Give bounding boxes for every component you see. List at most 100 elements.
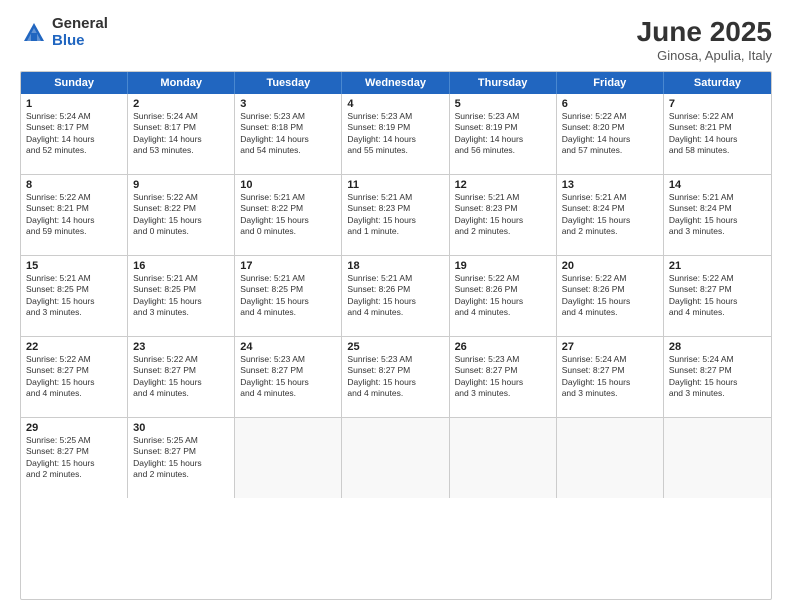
day-cell-28: 28Sunrise: 5:24 AM Sunset: 8:27 PM Dayli…: [664, 337, 771, 417]
week-row-1: 1Sunrise: 5:24 AM Sunset: 8:17 PM Daylig…: [21, 94, 771, 175]
day-info: Sunrise: 5:21 AM Sunset: 8:25 PM Dayligh…: [26, 273, 122, 319]
day-number: 23: [133, 341, 229, 353]
day-info: Sunrise: 5:21 AM Sunset: 8:23 PM Dayligh…: [455, 192, 551, 238]
day-cell-22: 22Sunrise: 5:22 AM Sunset: 8:27 PM Dayli…: [21, 337, 128, 417]
day-info: Sunrise: 5:22 AM Sunset: 8:27 PM Dayligh…: [133, 354, 229, 400]
day-cell-16: 16Sunrise: 5:21 AM Sunset: 8:25 PM Dayli…: [128, 256, 235, 336]
empty-cell: [235, 418, 342, 498]
day-cell-17: 17Sunrise: 5:21 AM Sunset: 8:25 PM Dayli…: [235, 256, 342, 336]
day-info: Sunrise: 5:22 AM Sunset: 8:27 PM Dayligh…: [26, 354, 122, 400]
day-info: Sunrise: 5:21 AM Sunset: 8:23 PM Dayligh…: [347, 192, 443, 238]
logo: General Blue: [20, 16, 108, 49]
empty-cell: [664, 418, 771, 498]
header-day-saturday: Saturday: [664, 72, 771, 94]
day-number: 19: [455, 260, 551, 272]
week-row-4: 22Sunrise: 5:22 AM Sunset: 8:27 PM Dayli…: [21, 337, 771, 418]
day-cell-20: 20Sunrise: 5:22 AM Sunset: 8:26 PM Dayli…: [557, 256, 664, 336]
empty-cell: [450, 418, 557, 498]
week-row-2: 8Sunrise: 5:22 AM Sunset: 8:21 PM Daylig…: [21, 175, 771, 256]
day-cell-5: 5Sunrise: 5:23 AM Sunset: 8:19 PM Daylig…: [450, 94, 557, 174]
day-info: Sunrise: 5:24 AM Sunset: 8:27 PM Dayligh…: [669, 354, 766, 400]
day-info: Sunrise: 5:22 AM Sunset: 8:20 PM Dayligh…: [562, 111, 658, 157]
day-number: 5: [455, 98, 551, 110]
day-number: 20: [562, 260, 658, 272]
day-number: 12: [455, 179, 551, 191]
day-cell-23: 23Sunrise: 5:22 AM Sunset: 8:27 PM Dayli…: [128, 337, 235, 417]
day-cell-21: 21Sunrise: 5:22 AM Sunset: 8:27 PM Dayli…: [664, 256, 771, 336]
day-cell-3: 3Sunrise: 5:23 AM Sunset: 8:18 PM Daylig…: [235, 94, 342, 174]
day-cell-6: 6Sunrise: 5:22 AM Sunset: 8:20 PM Daylig…: [557, 94, 664, 174]
day-cell-10: 10Sunrise: 5:21 AM Sunset: 8:22 PM Dayli…: [235, 175, 342, 255]
day-number: 28: [669, 341, 766, 353]
day-number: 1: [26, 98, 122, 110]
calendar-header: SundayMondayTuesdayWednesdayThursdayFrid…: [21, 72, 771, 94]
day-number: 6: [562, 98, 658, 110]
day-info: Sunrise: 5:21 AM Sunset: 8:24 PM Dayligh…: [669, 192, 766, 238]
day-info: Sunrise: 5:22 AM Sunset: 8:22 PM Dayligh…: [133, 192, 229, 238]
day-cell-25: 25Sunrise: 5:23 AM Sunset: 8:27 PM Dayli…: [342, 337, 449, 417]
day-info: Sunrise: 5:22 AM Sunset: 8:27 PM Dayligh…: [669, 273, 766, 319]
page: General Blue June 2025 Ginosa, Apulia, I…: [0, 0, 792, 612]
day-cell-12: 12Sunrise: 5:21 AM Sunset: 8:23 PM Dayli…: [450, 175, 557, 255]
header-day-monday: Monday: [128, 72, 235, 94]
day-info: Sunrise: 5:24 AM Sunset: 8:17 PM Dayligh…: [133, 111, 229, 157]
day-info: Sunrise: 5:23 AM Sunset: 8:19 PM Dayligh…: [455, 111, 551, 157]
day-number: 29: [26, 422, 122, 434]
day-cell-9: 9Sunrise: 5:22 AM Sunset: 8:22 PM Daylig…: [128, 175, 235, 255]
day-number: 3: [240, 98, 336, 110]
day-cell-14: 14Sunrise: 5:21 AM Sunset: 8:24 PM Dayli…: [664, 175, 771, 255]
day-info: Sunrise: 5:25 AM Sunset: 8:27 PM Dayligh…: [26, 435, 122, 481]
week-row-5: 29Sunrise: 5:25 AM Sunset: 8:27 PM Dayli…: [21, 418, 771, 498]
header-day-friday: Friday: [557, 72, 664, 94]
header-day-wednesday: Wednesday: [342, 72, 449, 94]
day-cell-18: 18Sunrise: 5:21 AM Sunset: 8:26 PM Dayli…: [342, 256, 449, 336]
day-info: Sunrise: 5:21 AM Sunset: 8:22 PM Dayligh…: [240, 192, 336, 238]
day-cell-8: 8Sunrise: 5:22 AM Sunset: 8:21 PM Daylig…: [21, 175, 128, 255]
location: Ginosa, Apulia, Italy: [637, 48, 772, 63]
day-cell-19: 19Sunrise: 5:22 AM Sunset: 8:26 PM Dayli…: [450, 256, 557, 336]
header-day-tuesday: Tuesday: [235, 72, 342, 94]
title-block: June 2025 Ginosa, Apulia, Italy: [637, 16, 772, 63]
day-cell-7: 7Sunrise: 5:22 AM Sunset: 8:21 PM Daylig…: [664, 94, 771, 174]
day-cell-27: 27Sunrise: 5:24 AM Sunset: 8:27 PM Dayli…: [557, 337, 664, 417]
header-day-thursday: Thursday: [450, 72, 557, 94]
day-info: Sunrise: 5:23 AM Sunset: 8:27 PM Dayligh…: [455, 354, 551, 400]
day-number: 27: [562, 341, 658, 353]
day-info: Sunrise: 5:23 AM Sunset: 8:27 PM Dayligh…: [240, 354, 336, 400]
day-cell-29: 29Sunrise: 5:25 AM Sunset: 8:27 PM Dayli…: [21, 418, 128, 498]
calendar: SundayMondayTuesdayWednesdayThursdayFrid…: [20, 71, 772, 600]
day-info: Sunrise: 5:21 AM Sunset: 8:25 PM Dayligh…: [133, 273, 229, 319]
day-number: 17: [240, 260, 336, 272]
day-info: Sunrise: 5:22 AM Sunset: 8:26 PM Dayligh…: [455, 273, 551, 319]
week-row-3: 15Sunrise: 5:21 AM Sunset: 8:25 PM Dayli…: [21, 256, 771, 337]
day-number: 21: [669, 260, 766, 272]
logo-icon: [20, 19, 48, 47]
day-number: 14: [669, 179, 766, 191]
day-number: 16: [133, 260, 229, 272]
day-cell-2: 2Sunrise: 5:24 AM Sunset: 8:17 PM Daylig…: [128, 94, 235, 174]
day-info: Sunrise: 5:21 AM Sunset: 8:24 PM Dayligh…: [562, 192, 658, 238]
day-number: 8: [26, 179, 122, 191]
day-number: 9: [133, 179, 229, 191]
day-number: 4: [347, 98, 443, 110]
header-day-sunday: Sunday: [21, 72, 128, 94]
header: General Blue June 2025 Ginosa, Apulia, I…: [20, 16, 772, 63]
empty-cell: [342, 418, 449, 498]
day-info: Sunrise: 5:25 AM Sunset: 8:27 PM Dayligh…: [133, 435, 229, 481]
logo-blue-text: Blue: [52, 33, 108, 50]
day-cell-30: 30Sunrise: 5:25 AM Sunset: 8:27 PM Dayli…: [128, 418, 235, 498]
day-cell-15: 15Sunrise: 5:21 AM Sunset: 8:25 PM Dayli…: [21, 256, 128, 336]
day-info: Sunrise: 5:22 AM Sunset: 8:21 PM Dayligh…: [669, 111, 766, 157]
month-title: June 2025: [637, 16, 772, 48]
day-number: 30: [133, 422, 229, 434]
day-info: Sunrise: 5:23 AM Sunset: 8:19 PM Dayligh…: [347, 111, 443, 157]
day-cell-4: 4Sunrise: 5:23 AM Sunset: 8:19 PM Daylig…: [342, 94, 449, 174]
day-info: Sunrise: 5:21 AM Sunset: 8:26 PM Dayligh…: [347, 273, 443, 319]
day-cell-1: 1Sunrise: 5:24 AM Sunset: 8:17 PM Daylig…: [21, 94, 128, 174]
day-info: Sunrise: 5:21 AM Sunset: 8:25 PM Dayligh…: [240, 273, 336, 319]
day-cell-11: 11Sunrise: 5:21 AM Sunset: 8:23 PM Dayli…: [342, 175, 449, 255]
logo-text: General Blue: [52, 16, 108, 49]
day-number: 7: [669, 98, 766, 110]
day-number: 24: [240, 341, 336, 353]
day-info: Sunrise: 5:24 AM Sunset: 8:17 PM Dayligh…: [26, 111, 122, 157]
